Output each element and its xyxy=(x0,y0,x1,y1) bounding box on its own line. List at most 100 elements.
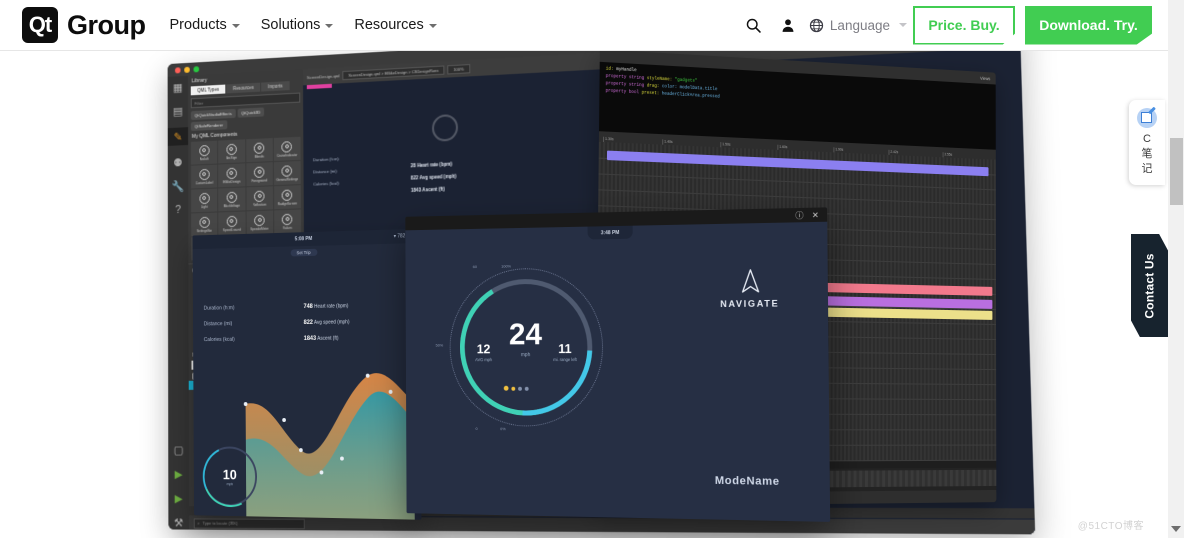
tools-icon[interactable]: ⚒ xyxy=(172,515,185,529)
artboard-ring xyxy=(431,113,459,142)
ring-value-group: 10 mph xyxy=(204,448,255,504)
component-cell[interactable]: EBikeDesign xyxy=(218,163,246,188)
component-cell[interactable]: CustomLabel xyxy=(190,164,218,189)
scrollbar-thumb[interactable] xyxy=(1170,138,1183,205)
monitor-icon[interactable]: ▢ xyxy=(172,442,185,456)
activity-chip[interactable]: Set Trip xyxy=(290,248,318,257)
code-token: styleName: xyxy=(646,77,675,83)
tab-imports[interactable]: Imports xyxy=(261,81,290,92)
ring-unit: mph xyxy=(226,482,233,487)
globe-icon xyxy=(809,18,824,32)
scroll-down-arrow-icon[interactable] xyxy=(1171,526,1181,532)
gauge-left-sub: AVG mph xyxy=(475,357,493,363)
locator-input[interactable]: ⌕ Type to locate (⌘K) xyxy=(193,517,305,529)
component-gear-icon xyxy=(226,191,237,203)
minimize-dot-icon[interactable] xyxy=(184,66,190,73)
design-pencil-icon[interactable]: ✎ xyxy=(167,127,189,146)
component-label: SettingsBar xyxy=(196,228,213,233)
run-play-icon[interactable]: ▶ xyxy=(172,467,185,481)
code-token: drag: xyxy=(646,84,662,90)
contact-us-tab[interactable]: Contact Us xyxy=(1131,234,1168,337)
artboard-stat: 28 Heart rate (bpm) xyxy=(410,161,453,169)
files-icon[interactable]: ▤ xyxy=(171,104,184,118)
nav-item-resources[interactable]: Resources xyxy=(354,17,437,33)
component-label: Light xyxy=(201,204,208,209)
component-gear-icon xyxy=(254,214,265,226)
nav-label-products: Products xyxy=(169,17,227,33)
component-cell[interactable]: GeneralSettings xyxy=(273,160,301,186)
debug-bug-icon[interactable]: ⚉ xyxy=(171,155,184,169)
import-chip[interactable]: QtQuick3D xyxy=(237,107,265,118)
activity-stat-label: Ascent (ft) xyxy=(317,335,339,342)
tab-qml-types[interactable]: QML Types xyxy=(190,84,226,96)
note-line: 笔 xyxy=(1141,148,1153,160)
profile-play-icon[interactable]: ▶ xyxy=(172,491,185,505)
component-gear-icon xyxy=(199,168,210,180)
code-token: preset: xyxy=(641,91,662,97)
language-selector[interactable]: Language xyxy=(809,18,907,33)
profiler-views-label[interactable]: Views xyxy=(980,75,990,81)
ring-value: 10 xyxy=(222,466,237,483)
component-cell[interactable]: MiceVoltage xyxy=(218,187,246,212)
gauge-tick: 100% xyxy=(501,263,511,269)
import-chip[interactable]: QtQuickStudioEffects xyxy=(190,108,236,121)
download-try-button[interactable]: Download. Try. xyxy=(1025,5,1152,45)
activity-stat-label: Heart rate (bpm) xyxy=(314,303,349,310)
component-cell[interactable]: Arcluft xyxy=(190,140,218,165)
component-cell[interactable]: Values xyxy=(273,209,302,234)
code-token: headerClickArea.pressed xyxy=(661,92,720,100)
activity-label: Distance (mi) xyxy=(203,321,233,328)
note-widget[interactable]: C 笔 记 xyxy=(1129,100,1165,185)
info-icon[interactable]: ⓘ xyxy=(795,209,803,220)
component-cell[interactable]: Blends xyxy=(245,138,273,163)
component-cell[interactable]: Light xyxy=(191,188,218,213)
header-actions: Language Price. Buy. Download. Try. xyxy=(737,5,1168,45)
component-cell[interactable]: Foreground xyxy=(245,162,273,187)
ide-statusbar: ⌕ Type to locate (⌘K) xyxy=(189,516,1036,535)
close-icon[interactable]: ✕ xyxy=(812,210,819,219)
zoom-dot-icon[interactable] xyxy=(193,65,200,72)
close-dot-icon[interactable] xyxy=(174,66,181,74)
artboard-stat: 822 Avg speed (mph) xyxy=(410,173,457,181)
component-gear-icon xyxy=(226,215,238,227)
component-cell[interactable]: SpeedoMeter xyxy=(246,210,274,235)
gauge-tick: 0% xyxy=(500,426,506,432)
component-cell[interactable]: RadignScreen xyxy=(273,185,301,210)
account-button[interactable] xyxy=(771,8,805,42)
component-label: Reflection xyxy=(252,202,267,207)
activity-stat-label: Avg speed (mph) xyxy=(313,319,350,326)
code-token: property bool xyxy=(605,89,642,96)
help-icon[interactable]: ? xyxy=(172,203,185,217)
brand-logo[interactable]: Qt Group xyxy=(22,7,146,43)
search-button[interactable] xyxy=(737,8,771,42)
import-chip[interactable]: QtSafeRenderer xyxy=(190,120,227,131)
component-gear-icon xyxy=(281,164,293,177)
canvas-file-tab[interactable]: ScreenDesign.qml xyxy=(307,73,340,80)
activity-stat: 1843 Ascent (ft) xyxy=(304,336,339,342)
tab-resources[interactable]: Resources xyxy=(226,82,261,94)
component-gear-icon xyxy=(281,140,293,153)
gauge-right-stat: 11 mi. range left xyxy=(553,341,577,363)
component-label: CustomLabel xyxy=(195,180,214,185)
component-cell[interactable]: CruiseIndicator xyxy=(273,136,301,162)
component-label: MiceVoltage xyxy=(223,203,240,208)
component-cell[interactable]: Reflection xyxy=(245,186,273,211)
page-scrollbar[interactable] xyxy=(1168,0,1184,538)
component-cell[interactable]: SpeedLround xyxy=(218,211,246,236)
canvas-zoom-level[interactable]: 100% xyxy=(447,63,470,74)
note-pencil-icon xyxy=(1137,108,1157,128)
wrench-icon[interactable]: 🔧 xyxy=(172,179,185,193)
speed-gauge: 24 mph 12 AVG mph 11 mi. range left 50% … xyxy=(433,251,621,444)
gauge-tick: 0 xyxy=(475,426,478,431)
component-cell[interactable]: SettingsBar xyxy=(191,212,218,237)
nav-item-solutions[interactable]: Solutions xyxy=(261,17,334,33)
gauge-left-stat: 12 AVG mph xyxy=(475,341,493,363)
hero-section: ▦ ▤ ✎ ⚉ 🔧 ? ▢ ▶ ▶ ⚒ Library QML Types Re… xyxy=(0,50,1168,538)
cluster-preview-window: ⓘ ✕ 3:48 PM 24 mph 12 AVG mph 11 mi. ran… xyxy=(405,207,831,522)
price-buy-button[interactable]: Price. Buy. xyxy=(913,5,1015,45)
nav-item-products[interactable]: Products xyxy=(170,17,240,33)
watermark: @51CTO博客 xyxy=(1077,521,1144,532)
component-cell[interactable]: ArcSign xyxy=(218,139,245,164)
grid-icon[interactable]: ▦ xyxy=(171,80,184,95)
nav-label-resources: Resources xyxy=(354,17,424,33)
